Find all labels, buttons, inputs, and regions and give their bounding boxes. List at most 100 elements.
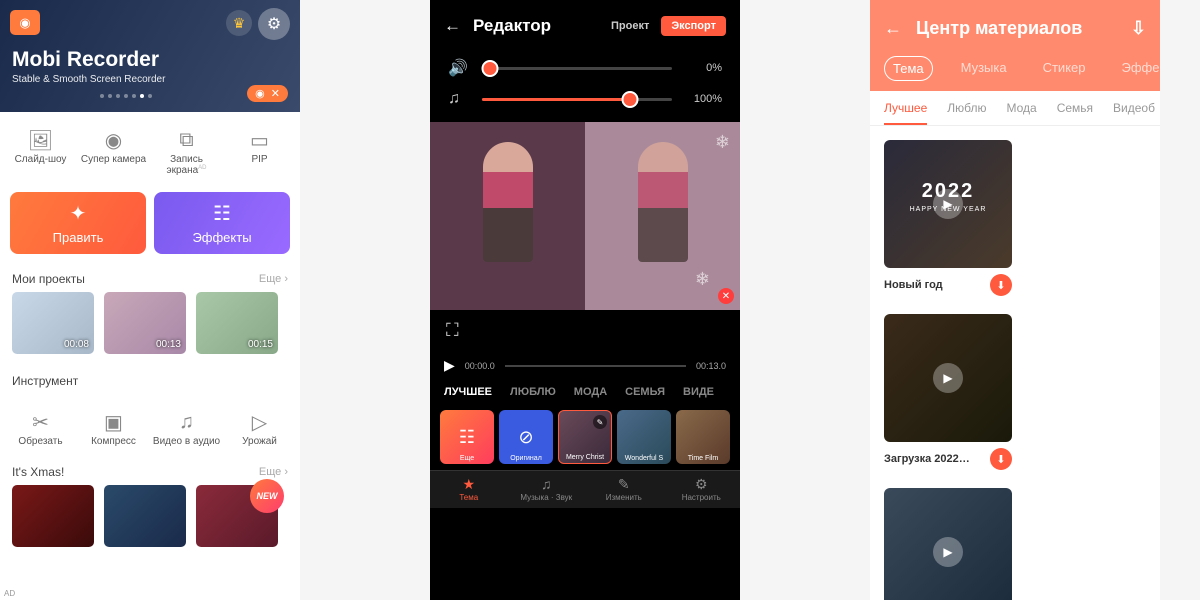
camera-icon: ◉ [77,126,150,154]
xmas-header: It's Xmas! Еще › [0,455,300,485]
fx-merry-christmas[interactable]: ✎Merry Christ [558,410,612,464]
close-icon[interactable]: ✕ [718,288,734,304]
fx-more[interactable]: ☷Еще [440,410,494,464]
project-button[interactable]: Проект [611,20,649,32]
pencil-icon: ✎ [585,475,663,493]
cat-effect[interactable]: Эффект [1114,56,1161,81]
slideshow-icon: 🖼 [4,126,77,154]
project-thumb[interactable]: 00:15 [196,292,278,354]
material-card[interactable]: ▶ Merry Christmas＋ [884,488,1012,600]
edit-button[interactable]: ✦Править [10,192,146,254]
download-button[interactable]: ⬇ [990,274,1012,296]
editor-title: Редактор [473,16,551,36]
sub-best[interactable]: Лучшее [884,101,927,115]
nav-settings[interactable]: ⚙Настроить [663,475,741,502]
sub-love[interactable]: Люблю [947,101,986,115]
scissors-icon: ✂ [4,408,77,436]
subcategory-tabs: Лучшее Люблю Мода Семья Видеоб [870,91,1160,126]
app-logo-icon: ◉ [10,10,40,35]
nav-edit[interactable]: ✎Изменить [585,475,663,502]
tool-screen-record[interactable]: ⧉Запись экранаAD [150,126,223,176]
back-icon[interactable]: ← [444,16,461,36]
edit-icon: ✎ [593,415,607,429]
theme-tabs: ЛУЧШЕЕ ЛЮБЛЮ МОДА СЕМЬЯ ВИДЕ [430,380,740,404]
main-actions: ✦Править ☷Эффекты [0,184,300,262]
fullscreen-icon[interactable]: ⛶ [430,310,740,351]
project-thumb[interactable]: 00:08 [12,292,94,354]
nav-theme[interactable]: ★Тема [430,475,508,502]
promo-banner[interactable]: ◉ ♛ ⚙ Mobi Recorder Stable & Smooth Scre… [0,0,300,112]
banner-title: Mobi Recorder [12,48,159,72]
more-link[interactable]: Еще › [259,466,288,478]
compress-icon: ▣ [77,408,150,436]
crop-icon: ▷ [223,408,296,436]
gear-icon[interactable]: ⚙ [258,8,290,40]
cat-sticker[interactable]: Стикер [1035,56,1094,81]
cat-music[interactable]: Музыка [953,56,1015,81]
materials-title: Центр материалов [916,18,1082,39]
banner-subtitle: Stable & Smooth Screen Recorder [12,74,165,85]
sub-videoblog[interactable]: Видеоб [1113,101,1155,115]
section-title: It's Xmas! [12,465,64,479]
tool-video-audio[interactable]: ♫Видео в аудио [150,408,223,447]
effects-button[interactable]: ☷Эффекты [154,192,290,254]
crown-icon[interactable]: ♛ [226,10,252,36]
cat-theme[interactable]: Тема [884,56,933,81]
banner-actions[interactable]: ◉ ✕ [247,85,288,102]
seek-track[interactable] [505,365,686,367]
tool-grid: 🖼Слайд-шоу ◉Супер камера ⧉Запись экранаA… [0,112,300,184]
gear-icon: ⚙ [663,475,741,493]
tools-grid: ✂Обрезать ▣Компресс ♫Видео в аудио ▷Урож… [0,394,300,455]
xmas-card[interactable] [12,485,94,547]
tab-fashion[interactable]: МОДА [574,386,607,398]
tab-love[interactable]: ЛЮБЛЮ [510,386,556,398]
fx-time-film[interactable]: Time Film [676,410,730,464]
ad-label: AD [4,589,15,598]
tool-compress[interactable]: ▣Компресс [77,408,150,447]
disc-icon: ♫ [508,475,586,493]
home-screen: ◉ ♛ ⚙ Mobi Recorder Stable & Smooth Scre… [0,0,300,600]
export-button[interactable]: Экспорт [661,16,726,36]
tool-slideshow[interactable]: 🖼Слайд-шоу [4,126,77,176]
play-icon[interactable]: ▶ [444,357,455,374]
shop-icon: ☷ [213,201,231,226]
speaker-icon: 🔊 [448,58,468,78]
fx-wonderful[interactable]: Wonderful S [617,410,671,464]
tool-trim[interactable]: ✂Обрезать [4,408,77,447]
shop-icon: ☷ [459,427,475,448]
video-volume-slider[interactable]: 🔊 0% [430,52,740,84]
project-thumb[interactable]: 00:13 [104,292,186,354]
music-volume-slider[interactable]: ♫ 100% [430,84,740,114]
tab-best[interactable]: ЛУЧШЕЕ [444,386,492,398]
sub-fashion[interactable]: Мода [1006,101,1036,115]
tab-family[interactable]: СЕМЬЯ [625,386,665,398]
xmas-card[interactable]: NEW [196,485,278,547]
material-card[interactable]: 2022HAPPY NEW YEAR▶ Новый год⬇ [884,140,1012,302]
nav-music[interactable]: ♫Музыка · Звук [508,475,586,502]
materials-grid: 2022HAPPY NEW YEAR▶ Новый год⬇ ▶ Загрузк… [870,126,1160,600]
xmas-row: NEW [0,485,300,547]
xmas-card[interactable] [104,485,186,547]
section-title: Инструмент [12,374,78,388]
wand-icon: ✦ [70,201,87,226]
section-title: Мои проекты [12,272,85,286]
tool-crop[interactable]: ▷Урожай [223,408,296,447]
fx-original[interactable]: ⊘Оригинал [499,410,553,464]
tool-super-camera[interactable]: ◉Супер камера [77,126,150,176]
playback-bar: ▶ 00:00.0 00:13.0 [430,351,740,380]
music-icon: ♫ [448,90,468,108]
pip-icon: ▭ [223,126,296,154]
tool-pip[interactable]: ▭PIP [223,126,296,176]
download-button[interactable]: ⬇ [990,448,1012,470]
sub-family[interactable]: Семья [1057,101,1093,115]
play-icon: ▶ [933,363,963,393]
material-card[interactable]: ▶ Загрузка 2022…⬇ [884,314,1012,476]
download-icon[interactable]: ⇩ [1131,18,1146,39]
time-start: 00:00.0 [465,361,495,371]
projects-header: Мои проекты Еще › [0,262,300,292]
back-icon[interactable]: ← [884,18,902,39]
more-link[interactable]: Еще › [259,273,288,285]
video-preview[interactable]: ✕ [430,122,740,310]
bottom-nav: ★Тема ♫Музыка · Звук ✎Изменить ⚙Настроит… [430,470,740,508]
tab-video[interactable]: ВИДЕ [683,386,714,398]
